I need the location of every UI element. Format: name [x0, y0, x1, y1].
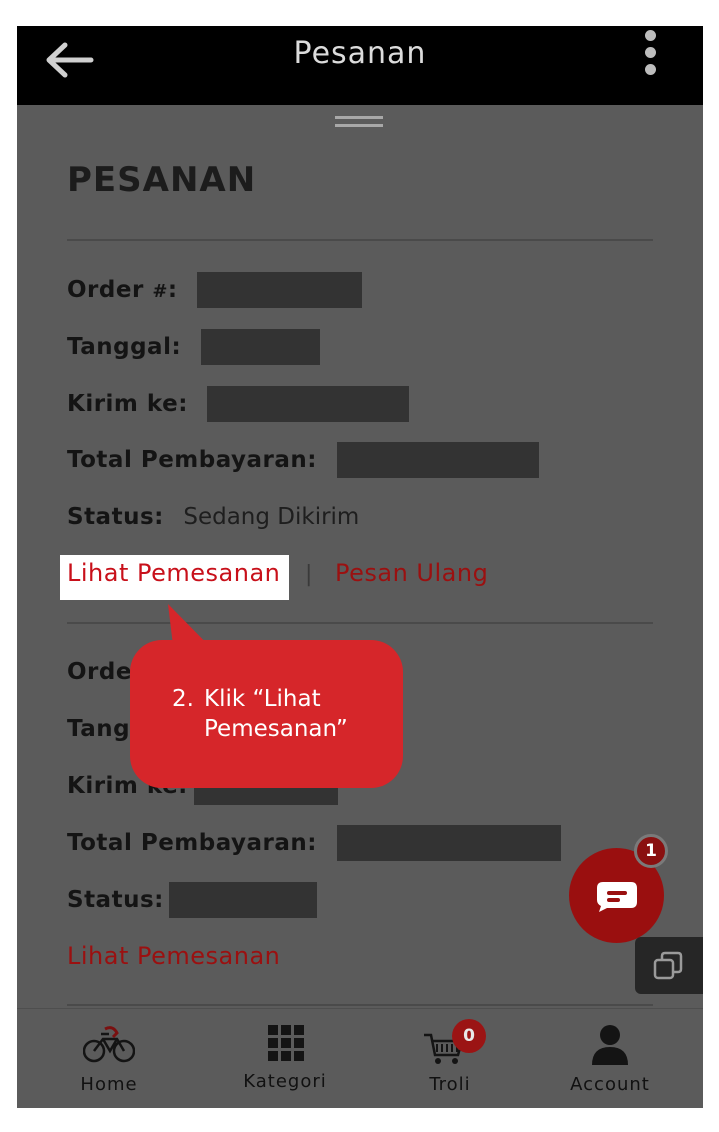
link-separator: | — [305, 562, 313, 587]
nav-kategori-label: Kategori — [243, 1071, 327, 1092]
date-row: Tanggal: — [67, 328, 320, 366]
order-number-row: Order #: — [67, 271, 363, 309]
view-order-link[interactable]: Lihat Pemesanan — [67, 559, 280, 587]
drag-handle[interactable] — [335, 116, 383, 130]
nav-home[interactable]: Home — [69, 1009, 149, 1108]
reorder-link[interactable]: Pesan Ulang — [335, 559, 488, 587]
date-row: Tang — [67, 710, 130, 748]
redacted-ship-to — [207, 386, 410, 422]
user-icon — [592, 1025, 628, 1065]
nav-account-label: Account — [570, 1074, 650, 1095]
divider — [67, 1004, 653, 1006]
view-order-link[interactable]: Lihat Pemesanan — [67, 942, 280, 970]
ship-to-label: Kirim ke — [67, 391, 179, 417]
nav-troli[interactable]: 0 Troli — [410, 1009, 490, 1108]
nav-account[interactable]: Account — [562, 1009, 658, 1108]
bottom-navigation: Home Kategori 0 Troli Account — [17, 1008, 703, 1108]
page-heading: PESANAN — [67, 160, 257, 200]
total-payment-row: Total Pembayaran: — [67, 441, 539, 479]
app-screen: Pesanan PESANAN Order #: Tanggal: Kirim … — [17, 26, 703, 1108]
redacted-order-number — [197, 272, 363, 308]
app-bar-title: Pesanan — [293, 36, 427, 71]
status-row: Status: — [67, 881, 318, 919]
nav-kategori[interactable]: Kategori — [235, 1009, 335, 1108]
copy-button[interactable] — [635, 937, 703, 994]
ship-to-row: Kirim ke: — [67, 385, 410, 423]
cart-badge: 0 — [452, 1019, 486, 1053]
order-number-row: Orde — [67, 653, 132, 691]
status-row: Status: Sedang Dikirim — [67, 504, 360, 530]
divider — [67, 622, 653, 624]
redacted-status — [169, 882, 318, 918]
more-options-icon[interactable] — [640, 30, 660, 82]
status-label: Status — [67, 504, 155, 530]
redacted-ship-to — [194, 786, 338, 805]
nav-home-label: Home — [80, 1074, 138, 1095]
grid-icon — [268, 1025, 304, 1061]
copy-icon — [653, 951, 683, 980]
total-payment-label: Total Pembayaran — [67, 447, 308, 473]
total-payment-label: Total Pembayaran — [67, 830, 308, 856]
order-label: Order # — [67, 277, 168, 303]
bicycle-icon — [83, 1026, 135, 1063]
redacted-total — [336, 442, 539, 478]
app-bar: Pesanan — [17, 26, 703, 105]
divider — [67, 239, 653, 241]
order-label: Orde — [67, 659, 132, 685]
chat-badge: 1 — [634, 834, 668, 868]
status-label: Status — [67, 887, 155, 913]
status-value: Sedang Dikirim — [183, 504, 360, 530]
redacted-date — [200, 329, 320, 365]
chat-icon — [597, 882, 637, 912]
total-payment-row: Total Pembayaran: — [67, 824, 561, 862]
redacted-total — [336, 825, 561, 861]
date-label: Tang — [67, 716, 131, 742]
tooltip-text: 2. Klik “Lihat Pemesanan” — [172, 686, 348, 742]
date-label: Tanggal — [67, 334, 172, 360]
nav-troli-label: Troli — [429, 1074, 471, 1095]
